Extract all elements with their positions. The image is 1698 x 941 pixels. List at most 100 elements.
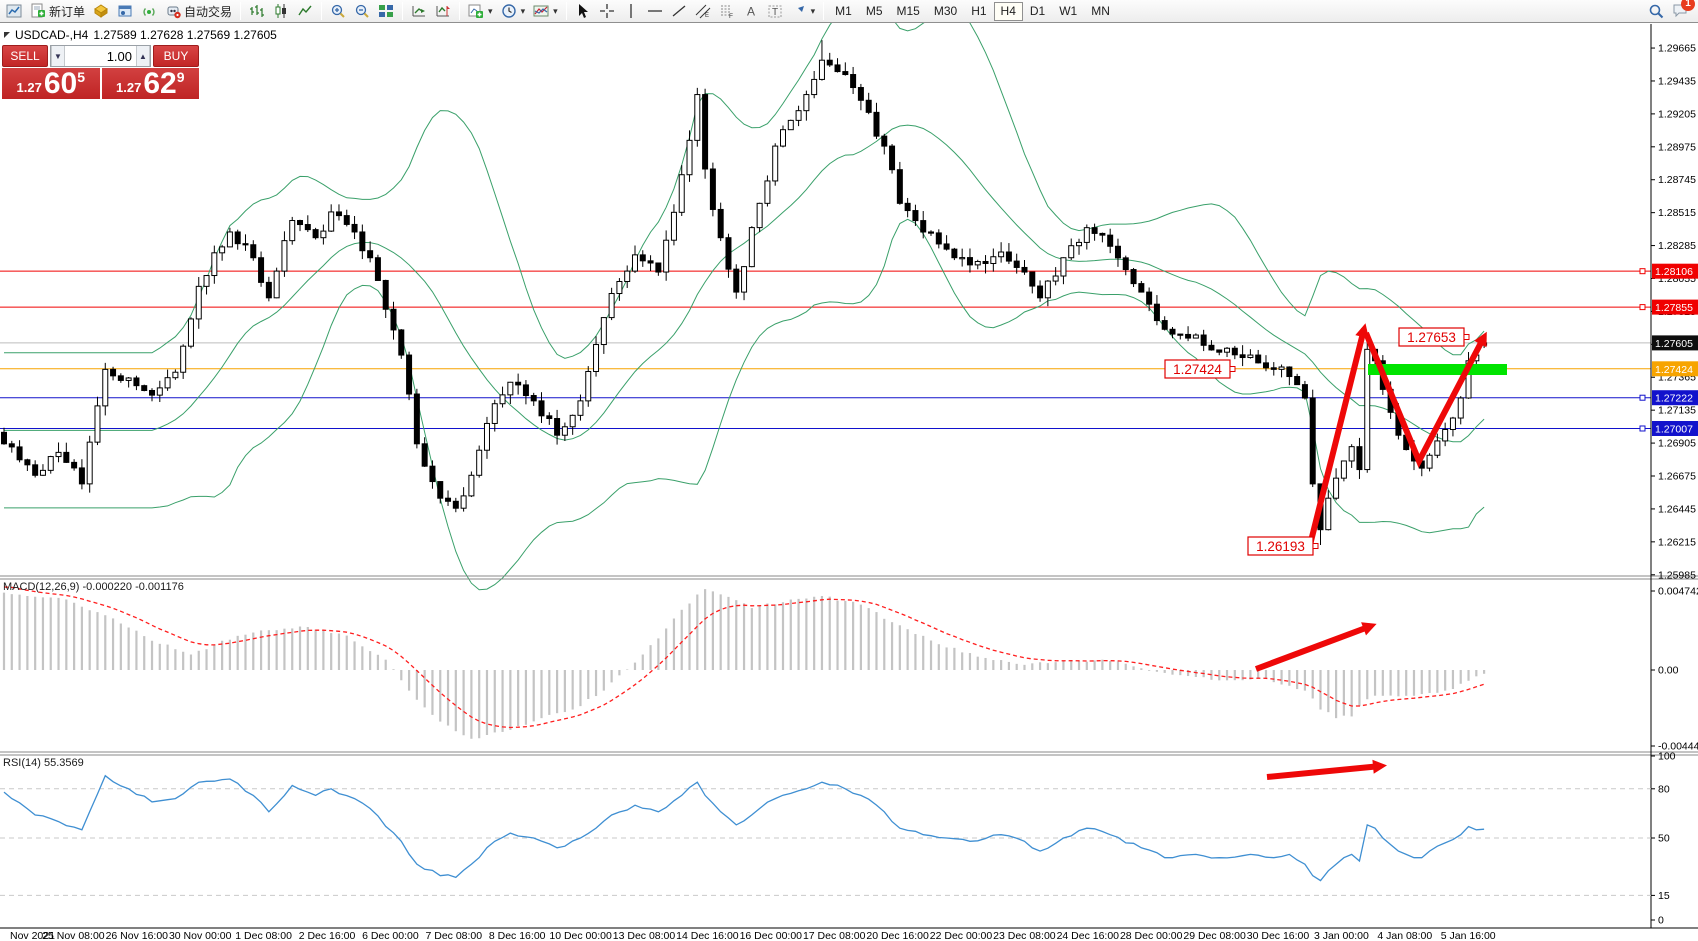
svg-text:2 Dec 16:00: 2 Dec 16:00 xyxy=(299,930,356,941)
timeframe-mn[interactable]: MN xyxy=(1084,2,1117,21)
timeframe-w1[interactable]: W1 xyxy=(1052,2,1084,21)
timeframe-m1[interactable]: M1 xyxy=(828,2,859,21)
tile-windows-button[interactable] xyxy=(374,1,398,21)
notifications-button[interactable]: 1 xyxy=(1672,2,1688,21)
candle-chart-button[interactable] xyxy=(269,1,293,21)
search-icon[interactable] xyxy=(1648,3,1664,19)
chart-canvas[interactable]: 1.296651.294351.292051.289751.287451.285… xyxy=(0,0,1698,941)
svg-text:8 Dec 16:00: 8 Dec 16:00 xyxy=(489,930,546,941)
notification-count-badge: 1 xyxy=(1681,0,1695,11)
arrows-tool-button[interactable]: ▾ xyxy=(787,1,820,21)
app-chart-button[interactable] xyxy=(2,1,26,21)
timeframe-d1[interactable]: D1 xyxy=(1023,2,1052,21)
auto-trading-button[interactable]: 自动交易 xyxy=(161,1,236,21)
rsi-pane: 1008050150 xyxy=(0,751,1676,927)
chart-marker-icon xyxy=(4,32,10,38)
horizontal-line-tool-button[interactable] xyxy=(643,1,667,21)
market-watch-button[interactable] xyxy=(113,1,137,21)
svg-text:1.26215: 1.26215 xyxy=(1658,536,1696,548)
svg-text:1.25985: 1.25985 xyxy=(1658,569,1696,581)
svg-text:0.004742: 0.004742 xyxy=(1658,586,1698,598)
svg-text:1.29435: 1.29435 xyxy=(1658,75,1696,87)
timeframe-m5[interactable]: M5 xyxy=(859,2,890,21)
signals-icon xyxy=(141,3,157,19)
zoom-out-button[interactable] xyxy=(350,1,374,21)
new-order-button[interactable]: 新订单 xyxy=(26,1,89,21)
shapes-arrow-icon xyxy=(791,3,807,19)
svg-text:15: 15 xyxy=(1658,890,1670,902)
svg-text:1.28515: 1.28515 xyxy=(1658,207,1696,219)
svg-text:1.28106: 1.28106 xyxy=(1655,266,1693,278)
text-tool-button[interactable]: A xyxy=(739,1,763,21)
toolbar-right: 1 xyxy=(1648,2,1698,21)
line-chart-button[interactable] xyxy=(293,1,317,21)
macd-indicator-label: MACD(12,26,9) -0.000220 -0.001176 xyxy=(3,581,184,593)
new-chart-button[interactable]: ▾ xyxy=(464,1,497,21)
macd-name: MACD(12,26,9) xyxy=(3,581,79,593)
price-axis: 1.296651.294351.292051.289751.287451.285… xyxy=(1640,43,1698,582)
buy-price[interactable]: 1.27 62 9 xyxy=(102,68,200,99)
chevron-down-icon: ▾ xyxy=(553,6,558,17)
fibonacci-tool-button[interactable]: F xyxy=(715,1,739,21)
svg-text:16 Dec 00:00: 16 Dec 00:00 xyxy=(740,930,803,941)
signals-button[interactable] xyxy=(137,1,161,21)
buy-button[interactable]: BUY xyxy=(153,45,199,67)
volume-input[interactable] xyxy=(65,46,136,66)
svg-text:17 Dec 08:00: 17 Dec 08:00 xyxy=(803,930,866,941)
svg-text:E: E xyxy=(705,13,709,19)
zoom-in-button[interactable] xyxy=(326,1,350,21)
svg-text:A: A xyxy=(747,5,755,19)
svg-text:1.29205: 1.29205 xyxy=(1658,108,1696,120)
toolbar-separator xyxy=(402,2,403,20)
favorites-button[interactable] xyxy=(89,1,113,21)
line-chart-icon xyxy=(297,3,313,19)
toolbar-separator xyxy=(566,2,567,20)
svg-text:0: 0 xyxy=(1658,915,1664,927)
svg-text:1.28745: 1.28745 xyxy=(1658,174,1696,186)
svg-text:10 Dec 00:00: 10 Dec 00:00 xyxy=(549,930,612,941)
svg-text:1.26675: 1.26675 xyxy=(1658,471,1696,483)
new-order-icon xyxy=(30,3,46,19)
bar-chart-icon xyxy=(249,3,265,19)
svg-text:1.27135: 1.27135 xyxy=(1658,405,1696,417)
chart-shift-button[interactable] xyxy=(431,1,455,21)
period-button[interactable]: ▾ xyxy=(497,1,530,21)
sell-price-prefix: 1.27 xyxy=(17,80,42,95)
zoom-in-icon xyxy=(330,3,346,19)
vertical-line-tool-button[interactable] xyxy=(619,1,643,21)
app-chart-icon xyxy=(6,3,22,19)
template-button[interactable]: ▾ xyxy=(529,1,562,21)
chevron-down-icon: ▾ xyxy=(521,6,526,17)
trendline-tool-button[interactable] xyxy=(667,1,691,21)
svg-text:1.27424: 1.27424 xyxy=(1173,362,1222,377)
timeframe-h1[interactable]: H1 xyxy=(964,2,993,21)
svg-text:100: 100 xyxy=(1658,751,1676,763)
volume-increase-button[interactable]: ▲ xyxy=(136,46,150,66)
text-label-icon: T xyxy=(767,3,783,19)
tile-windows-icon xyxy=(378,3,394,19)
svg-text:1.29665: 1.29665 xyxy=(1658,43,1696,55)
svg-text:25 Nov 08:00: 25 Nov 08:00 xyxy=(42,930,105,941)
timeframe-m30[interactable]: M30 xyxy=(927,2,964,21)
sell-button[interactable]: SELL xyxy=(2,45,48,67)
candles xyxy=(2,40,1487,545)
svg-text:28 Dec 00:00: 28 Dec 00:00 xyxy=(1120,930,1183,941)
sell-price[interactable]: 1.27 60 5 xyxy=(2,68,100,99)
cursor-tool-button[interactable] xyxy=(571,1,595,21)
chart-ohlc-values: 1.27589 1.27628 1.27569 1.27605 xyxy=(93,28,277,42)
volume-decrease-button[interactable]: ▼ xyxy=(51,46,65,66)
channel-tool-button[interactable]: E xyxy=(691,1,715,21)
svg-text:24 Dec 16:00: 24 Dec 16:00 xyxy=(1057,930,1120,941)
auto-scroll-button[interactable] xyxy=(407,1,431,21)
svg-text:13 Dec 08:00: 13 Dec 08:00 xyxy=(613,930,676,941)
horizontal-line-icon xyxy=(647,3,663,19)
timeframe-m15[interactable]: M15 xyxy=(890,2,927,21)
bar-chart-button[interactable] xyxy=(245,1,269,21)
macd-pane: 0.0047420.00-0.004448 xyxy=(4,586,1698,753)
sell-price-point: 5 xyxy=(77,69,85,85)
label-tool-button[interactable]: T xyxy=(763,1,787,21)
toolbar-separator xyxy=(240,2,241,20)
rsi-indicator-label: RSI(14) 55.3569 xyxy=(3,757,84,769)
crosshair-tool-button[interactable] xyxy=(595,1,619,21)
timeframe-h4[interactable]: H4 xyxy=(994,2,1023,21)
